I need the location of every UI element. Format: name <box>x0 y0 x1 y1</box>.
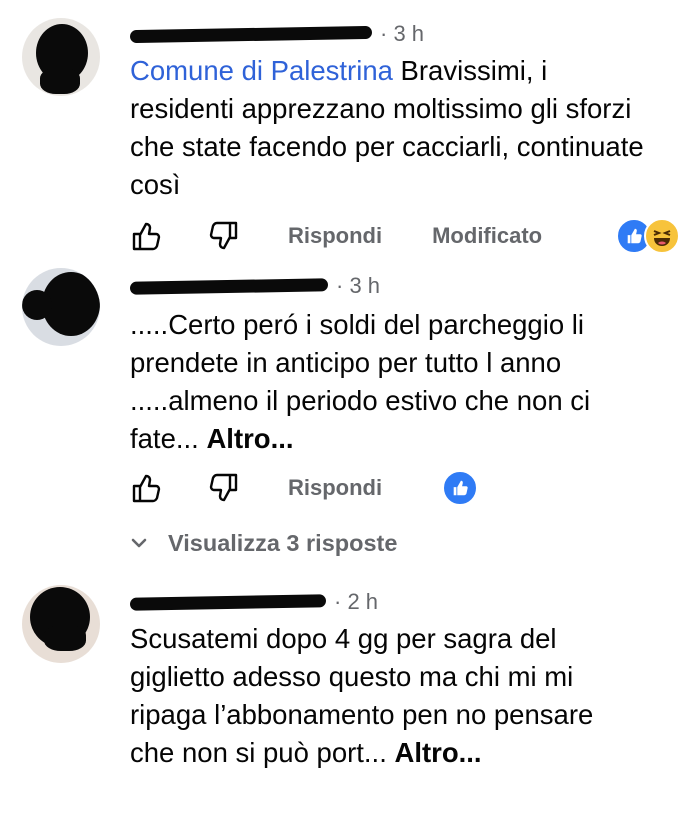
reply-button[interactable]: Rispondi <box>288 223 382 249</box>
chevron-down-icon <box>130 537 150 549</box>
comment-timestamp[interactable]: · 2 h <box>334 589 378 615</box>
reaction-summary[interactable] <box>442 470 478 506</box>
avatar[interactable] <box>22 585 100 663</box>
avatar[interactable] <box>22 268 100 346</box>
reaction-summary[interactable] <box>616 218 680 254</box>
like-reaction-icon <box>442 470 478 506</box>
comment-author-row: · 3 h <box>129 18 424 50</box>
see-more-link[interactable]: Altro... <box>206 423 293 454</box>
haha-reaction-icon <box>644 218 680 254</box>
avatar[interactable] <box>22 18 100 96</box>
mention-link[interactable]: Comune di Palestrina <box>130 55 393 86</box>
comment-actions: Rispondi <box>128 468 382 508</box>
thumbs-up-icon[interactable] <box>128 218 164 254</box>
comment-timestamp[interactable]: · 3 h <box>336 273 380 299</box>
redacted-author-name <box>129 25 373 43</box>
redacted-author-name <box>129 593 327 611</box>
edited-label: Modificato <box>432 223 543 248</box>
see-more-link[interactable]: Altro... <box>394 737 481 768</box>
comment-text: .....Certo peró i soldi del parcheggio l… <box>130 309 591 454</box>
comment-timestamp[interactable]: · 3 h <box>380 21 424 47</box>
comment-text: Scusatemi dopo 4 gg per sagra del giglie… <box>130 623 594 768</box>
thumbs-down-icon[interactable] <box>206 218 242 254</box>
comment-actions: Rispondi Modificato <box>128 216 542 256</box>
comment-author-row: · 3 h <box>129 270 380 302</box>
view-replies-link[interactable]: Visualizza 3 risposte <box>130 526 397 560</box>
reply-button[interactable]: Rispondi <box>288 475 382 501</box>
redacted-author-name <box>129 277 329 295</box>
thumbs-up-icon[interactable] <box>128 470 164 506</box>
comment-author-row: · 2 h <box>129 586 378 618</box>
comment-text: Comune di Palestrina Bravissimi, i resid… <box>130 55 644 200</box>
thumbs-down-icon[interactable] <box>206 470 242 506</box>
